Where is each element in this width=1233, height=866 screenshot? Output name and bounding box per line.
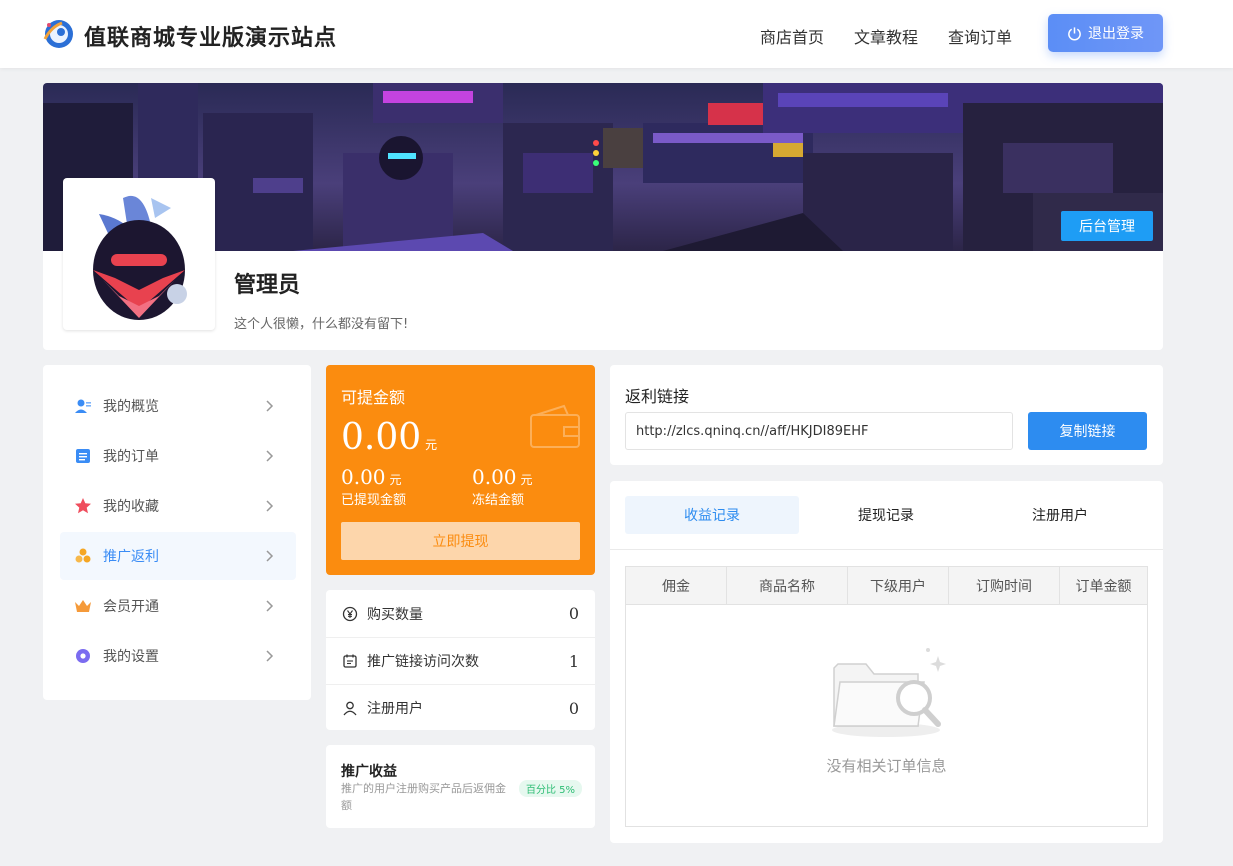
withdrawn-label: 已提现金额: [341, 493, 407, 508]
sidebar-item-settings[interactable]: 我的设置: [60, 632, 296, 680]
stat-row-registered-users: 注册用户 0: [326, 684, 595, 731]
promo-title: 推广收益: [341, 764, 397, 780]
chevron-right-icon: [266, 450, 274, 462]
records-table: 佣金 商品名称 下级用户 订购时间 订单金额 没有相关订单信息: [625, 566, 1148, 827]
stat-value: 0: [568, 604, 579, 623]
chevron-right-icon: [266, 650, 274, 662]
balance-amount: 0.00: [341, 417, 422, 458]
sidebar-item-membership[interactable]: 会员开通: [60, 582, 296, 630]
nav-articles[interactable]: 文章教程: [854, 24, 918, 48]
empty-search-folder-icon: [832, 648, 946, 737]
sidebar-item-favorites[interactable]: 我的收藏: [60, 482, 296, 530]
sidebar-item-referral[interactable]: 推广返利: [60, 532, 296, 580]
site-logo-icon[interactable]: [42, 17, 76, 51]
nav-query-order[interactable]: 查询订单: [948, 24, 1012, 48]
column-header-subuser: 下级用户: [848, 567, 949, 605]
sidebar-item-label: 我的概览: [103, 399, 159, 415]
withdrawn-amount-wrap: 0.00 元: [341, 465, 402, 489]
stat-label: 推广链接访问次数: [367, 654, 479, 670]
balance-label: 可提金额: [341, 388, 406, 407]
sidebar: 我的概览 我的订单 我的收藏 推广返利 会员开通 我的设置: [43, 365, 311, 700]
frozen-amount: 0.00: [472, 465, 517, 489]
promo-description: 推广的用户注册购买产品后返佣金额: [341, 782, 506, 812]
copy-link-button[interactable]: 复制链接: [1028, 412, 1147, 450]
sidebar-item-label: 我的订单: [103, 449, 159, 465]
logout-label: 退出登录: [1088, 26, 1144, 42]
stats-card: 购买数量 0 推广链接访问次数 1 注册用户 0: [326, 590, 595, 730]
chevron-right-icon: [266, 600, 274, 612]
frozen-unit: 元: [520, 473, 533, 487]
chevron-right-icon: [266, 500, 274, 512]
sidebar-item-orders[interactable]: 我的订单: [60, 432, 296, 480]
tab-registered-users[interactable]: 注册用户: [973, 496, 1147, 534]
stat-value: 1: [568, 651, 579, 671]
stat-row-link-visits: 推广链接访问次数 1: [326, 637, 595, 684]
crown-icon: [75, 600, 91, 612]
avatar[interactable]: [63, 178, 215, 330]
stat-row-purchases: 购买数量 0: [326, 590, 595, 637]
chevron-right-icon: [266, 400, 274, 412]
user-icon: [343, 701, 357, 716]
withdrawn-amount: 0.00: [341, 465, 386, 489]
yen-coin-icon: [342, 606, 358, 621]
tab-divider: [610, 549, 1163, 550]
username: 管理员: [234, 273, 301, 298]
frozen-label: 冻结金额: [472, 493, 525, 508]
promo-income-card: 推广收益 推广的用户注册购买产品后返佣金额 百分比 5%: [326, 745, 595, 828]
stat-label: 购买数量: [367, 606, 423, 623]
rebate-title: 返利链接: [625, 387, 690, 406]
nav-shop-home[interactable]: 商店首页: [760, 24, 824, 48]
sidebar-item-label: 推广返利: [103, 549, 159, 565]
tab-earnings[interactable]: 收益记录: [625, 496, 799, 534]
withdraw-button[interactable]: 立即提现: [341, 522, 580, 560]
star-icon: [75, 498, 91, 514]
column-header-order-time: 订购时间: [949, 567, 1060, 605]
column-header-order-amount: 订单金额: [1075, 579, 1132, 595]
balance-unit: 元: [425, 438, 438, 452]
admin-panel-button[interactable]: 后台管理: [1061, 211, 1153, 241]
calendar-icon: [343, 654, 357, 668]
user-bio: 这个人很懒，什么都没有留下!: [234, 317, 409, 332]
rebate-link-input[interactable]: [625, 412, 1013, 450]
sidebar-item-label: 我的设置: [103, 649, 159, 665]
commission-rate-badge: 百分比 5%: [519, 780, 583, 797]
stat-value: 0: [568, 698, 579, 718]
coins-icon: [75, 548, 91, 563]
order-list-icon: [76, 449, 90, 463]
rebate-link-card: 返利链接 复制链接: [610, 365, 1163, 465]
logout-button[interactable]: 退出登录: [1048, 14, 1163, 52]
stat-label: 注册用户: [367, 701, 423, 717]
table-header: 佣金 商品名称 下级用户 订购时间 订单金额: [626, 567, 1147, 605]
column-header-product: 商品名称: [727, 567, 848, 605]
top-header: 值联商城专业版演示站点 商店首页 文章教程 查询订单 退出登录: [0, 0, 1233, 68]
wallet-icon: [530, 404, 580, 448]
empty-state-text: 没有相关订单信息: [826, 757, 947, 775]
sidebar-item-label: 我的收藏: [103, 499, 159, 515]
withdrawn-unit: 元: [389, 473, 402, 487]
column-header-commission: 佣金: [626, 567, 727, 605]
power-icon: [1068, 26, 1081, 40]
balance-amount-wrap: 0.00 元: [341, 417, 437, 458]
sidebar-item-overview[interactable]: 我的概览: [60, 382, 296, 430]
settings-icon: [76, 649, 90, 663]
withdrawable-balance-card: 可提金额 0.00 元 0.00 元 已提现金额 0.00 元 冻结金额 立即提现: [326, 365, 595, 575]
frozen-amount-wrap: 0.00 元: [472, 465, 533, 489]
site-title[interactable]: 值联商城专业版演示站点: [84, 20, 337, 52]
sidebar-item-label: 会员开通: [103, 599, 159, 615]
records-card: 收益记录 提现记录 注册用户 佣金 商品名称 下级用户 订购时间 订单金额 没有…: [610, 481, 1163, 843]
chevron-right-icon: [266, 550, 274, 562]
user-overview-icon: [75, 399, 91, 413]
avatar-mascot-icon: [93, 195, 187, 320]
tab-withdrawals[interactable]: 提现记录: [799, 496, 973, 534]
